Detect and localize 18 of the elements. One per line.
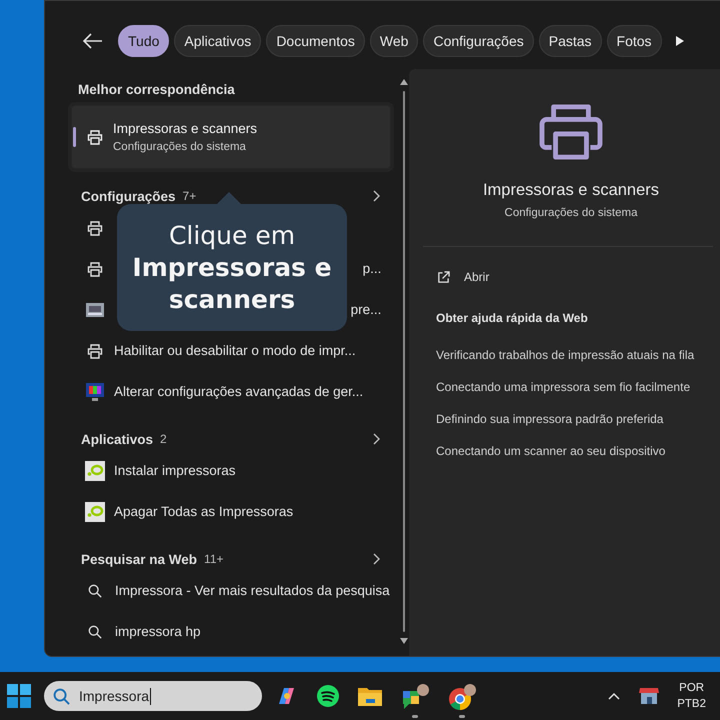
result-label: pre...	[350, 302, 382, 317]
result-label: Apagar Todas as Impressoras	[114, 504, 294, 519]
result-count: 7+	[182, 189, 196, 203]
result-label: Impressora - Ver mais resultados da pesquisa	[115, 583, 390, 598]
preview-subtitle: Configurações do sistema	[504, 207, 638, 219]
result-count: 11+	[204, 552, 224, 566]
result-label: Alterar configurações avançadas de ger...	[114, 384, 364, 399]
item-title: Impressoras e scanners	[113, 121, 258, 136]
result-count: 2	[160, 432, 167, 446]
result-label: p...	[362, 261, 382, 276]
item-subtitle: Configurações do sistema	[113, 141, 247, 153]
result-label: Habilitar ou desabilitar o modo de impr...	[114, 343, 356, 358]
tooltip-text: Clique em Impressoras e scanners	[132, 220, 332, 316]
result-label: Instalar impressoras	[114, 463, 236, 478]
preview-title: Impressoras e scanners	[482, 181, 660, 200]
result-label: impressora hp	[115, 624, 201, 639]
section-heading: Melhor correspondência	[77, 81, 236, 99]
help-heading: Obter ajuda rápida da Web	[436, 311, 588, 325]
